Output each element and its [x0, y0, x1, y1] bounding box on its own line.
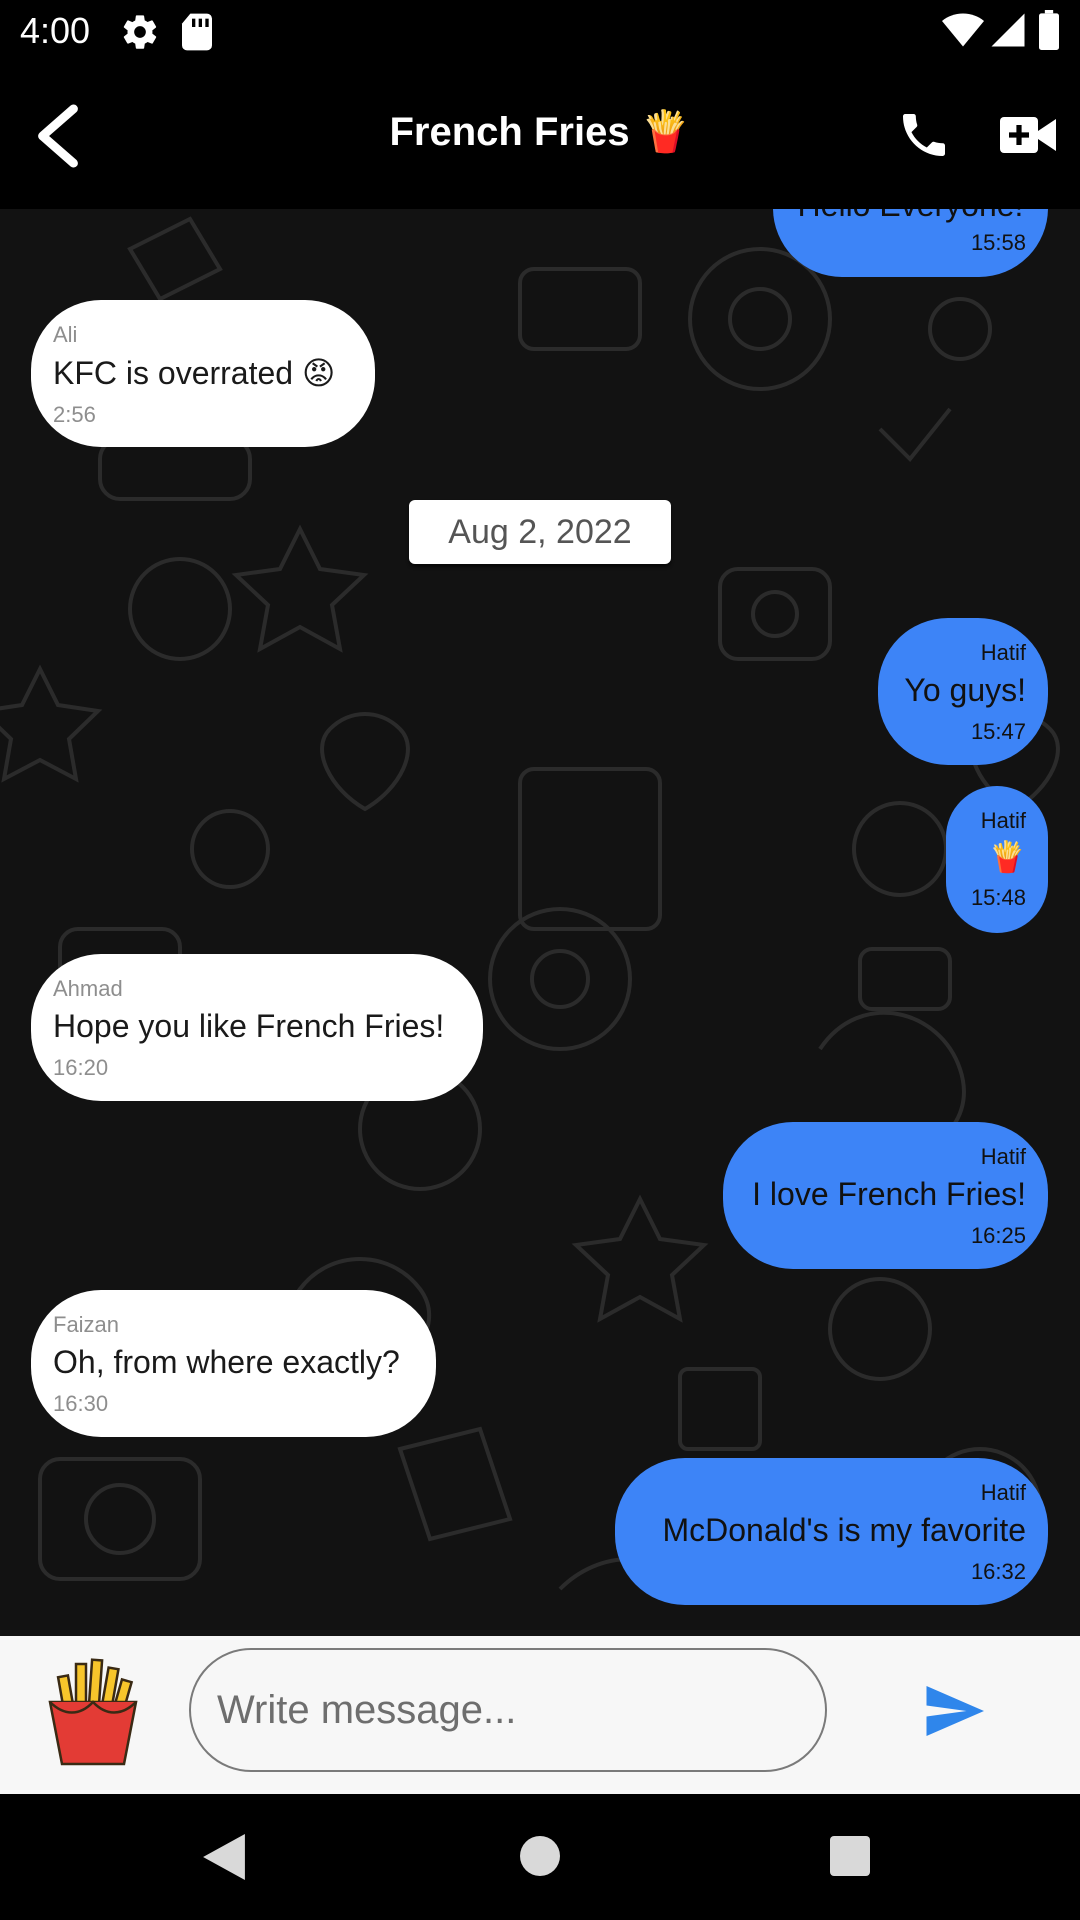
message-time: 15:58: [970, 230, 1026, 255]
wifi-icon: [942, 13, 984, 47]
message-time: 15:47: [970, 719, 1026, 744]
message-sender: Hatif: [980, 1144, 1026, 1169]
message-time: 16:20: [53, 1055, 109, 1080]
message-sender: Hatif: [980, 640, 1026, 665]
message-bubble-outgoing[interactable]: Hello Everyone! 15:58: [773, 209, 1048, 277]
message-sender: Hatif: [980, 1480, 1026, 1505]
message-text: Hope you like French Fries!: [53, 1008, 445, 1044]
nav-recents-icon[interactable]: [830, 1836, 870, 1876]
message-text: Hello Everyone!: [795, 209, 1026, 224]
message-text: I love French Fries!: [752, 1176, 1026, 1212]
message-text: KFC is overrated 😡: [53, 355, 336, 391]
phone-icon[interactable]: [896, 107, 952, 163]
message-bubble-incoming[interactable]: Ahmad Hope you like French Fries! 16:20: [31, 954, 483, 1101]
french-fries-icon[interactable]: [48, 1658, 138, 1766]
message-time: 2:56: [53, 402, 96, 427]
status-time: 4:00: [20, 10, 91, 51]
nav-home-icon[interactable]: [520, 1836, 560, 1876]
message-bubble-outgoing[interactable]: Hatif 🍟 15:48: [946, 786, 1048, 933]
app-bar: French Fries 🍟: [0, 63, 1080, 209]
signal-icon: [991, 13, 1025, 47]
sd-card-icon: [182, 13, 212, 51]
message-text: McDonald's is my favorite: [662, 1512, 1026, 1548]
nav-back-icon[interactable]: [203, 1834, 245, 1880]
message-time: 15:48: [970, 885, 1026, 910]
message-bubble-outgoing[interactable]: Hatif Yo guys! 15:47: [878, 618, 1048, 765]
message-bubble-outgoing[interactable]: Hatif I love French Fries! 16:25: [723, 1122, 1048, 1269]
battery-icon: [1039, 10, 1059, 50]
message-sender: Hatif: [980, 808, 1026, 833]
status-bar: 4:00: [0, 0, 1080, 63]
chat-area[interactable]: Hello Everyone! 15:58 Ali KFC is overrat…: [0, 209, 1080, 1636]
chat-screen: 4:00 French Fries 🍟 15:58 Ali KFC is ove…: [0, 0, 1080, 1920]
message-composer: [0, 1636, 1080, 1794]
date-separator: Aug 2, 2022: [409, 500, 671, 564]
message-text: Yo guys!: [904, 672, 1026, 708]
message-text: Oh, from where exactly?: [53, 1344, 400, 1380]
message-bubble-incoming[interactable]: Faizan Oh, from where exactly? 16:30: [31, 1290, 436, 1437]
message-sender: Ali: [53, 322, 78, 347]
gear-icon: [123, 15, 157, 49]
system-navigation-bar: [0, 1794, 1080, 1920]
message-text: 🍟: [988, 841, 1026, 874]
message-sender: Ahmad: [53, 976, 123, 1001]
video-camera-icon[interactable]: [1000, 115, 1056, 155]
message-time: 16:32: [970, 1559, 1026, 1584]
message-time: 16:25: [970, 1223, 1026, 1248]
message-bubble-incoming[interactable]: Ali KFC is overrated 😡 2:56: [31, 300, 375, 447]
message-bubble-outgoing[interactable]: Hatif McDonald's is my favorite 16:32: [615, 1458, 1048, 1605]
message-time: 16:30: [53, 1391, 109, 1416]
message-sender: Faizan: [53, 1312, 120, 1337]
send-icon[interactable]: [924, 1686, 984, 1736]
message-input[interactable]: [189, 1648, 827, 1772]
